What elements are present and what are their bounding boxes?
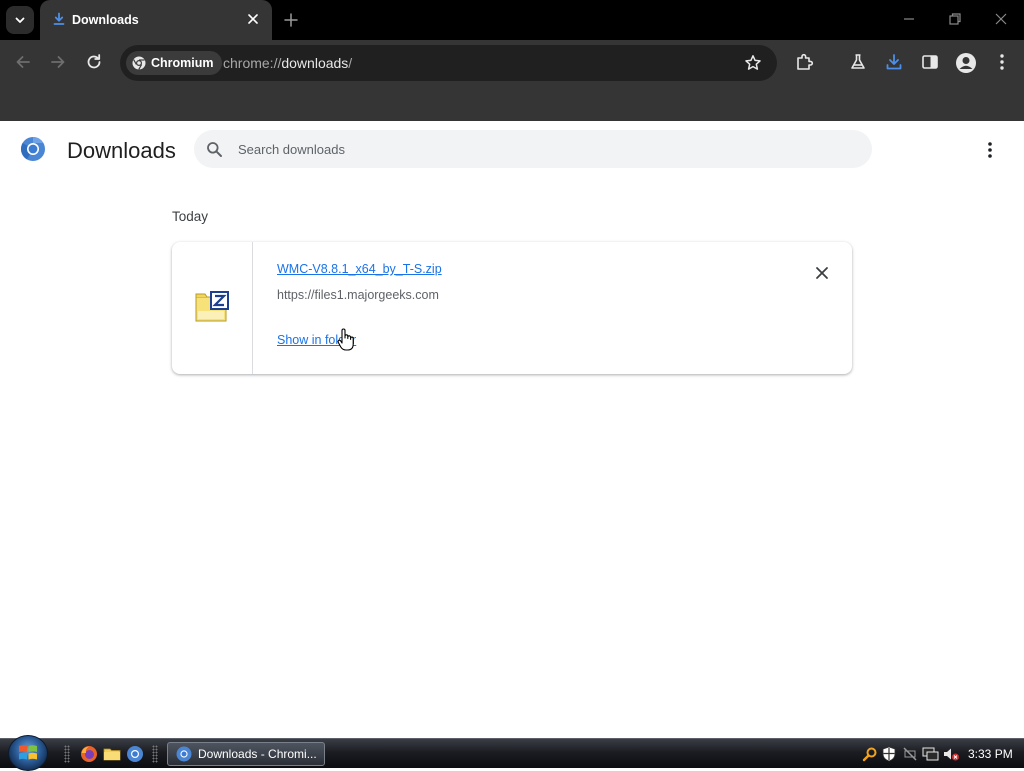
close-icon[interactable] bbox=[246, 12, 260, 26]
volume-muted-icon[interactable] bbox=[942, 746, 960, 762]
browser-toolbar: Chromium chrome://downloads/ bbox=[0, 40, 1024, 112]
tab-strip: Downloads bbox=[0, 0, 1024, 40]
download-toolbar-icon[interactable] bbox=[884, 52, 904, 72]
security-shield-icon[interactable] bbox=[881, 746, 897, 762]
site-info-chip[interactable]: Chromium bbox=[126, 51, 222, 75]
url-text[interactable]: chrome://downloads/ bbox=[223, 55, 352, 71]
search-input[interactable] bbox=[238, 139, 838, 159]
search-icon bbox=[207, 142, 222, 157]
windows-logo-icon bbox=[19, 745, 37, 760]
chromium-quicklaunch-icon[interactable] bbox=[126, 745, 144, 763]
downloads-page: Downloads Today WMC-V8.8.1_x64_by_T-S.zi… bbox=[0, 121, 1024, 738]
taskbar-grip bbox=[64, 745, 70, 763]
new-tab-plus-icon[interactable] bbox=[282, 11, 300, 29]
firefox-icon[interactable] bbox=[80, 745, 98, 763]
url-scheme: chrome:// bbox=[223, 55, 282, 71]
site-chip-label: Chromium bbox=[151, 56, 214, 70]
back-arrow-icon[interactable] bbox=[13, 52, 33, 72]
hand-cursor-icon bbox=[337, 328, 354, 351]
chrome-menu-icon[interactable] bbox=[992, 52, 1012, 72]
reload-icon[interactable] bbox=[84, 52, 104, 72]
search-box[interactable] bbox=[194, 130, 872, 168]
extensions-puzzle-icon[interactable] bbox=[795, 52, 815, 72]
restore-icon[interactable] bbox=[948, 12, 962, 26]
taskbar-window-button[interactable]: Downloads - Chromi... bbox=[167, 742, 325, 766]
bookmarks-bar bbox=[0, 86, 1024, 121]
chevron-down-icon bbox=[15, 17, 25, 23]
page-title: Downloads bbox=[67, 138, 176, 163]
tab-title: Downloads bbox=[72, 13, 139, 27]
date-group-label: Today bbox=[172, 209, 209, 224]
start-button[interactable] bbox=[8, 735, 48, 771]
tab-downloads[interactable]: Downloads bbox=[40, 0, 272, 40]
taskbar-clock[interactable]: 3:33 PM bbox=[968, 747, 1013, 761]
bookmark-star-icon[interactable] bbox=[744, 54, 762, 72]
download-item: WMC-V8.8.1_x64_by_T-S.zip https://files1… bbox=[172, 242, 852, 374]
file-source-url: https://files1.majorgeeks.com bbox=[277, 288, 439, 302]
file-explorer-icon[interactable] bbox=[103, 745, 121, 763]
download-icon bbox=[53, 12, 65, 25]
window-close-icon[interactable] bbox=[994, 12, 1008, 26]
chromium-logo-icon bbox=[176, 746, 192, 762]
address-bar[interactable]: Chromium chrome://downloads/ bbox=[120, 45, 777, 81]
labs-flask-icon[interactable] bbox=[848, 52, 868, 72]
profile-avatar-icon[interactable] bbox=[955, 52, 977, 74]
system-tray: 3:33 PM bbox=[858, 739, 1024, 769]
file-name-link[interactable]: WMC-V8.8.1_x64_by_T-S.zip bbox=[277, 262, 442, 276]
network-disabled-icon[interactable] bbox=[902, 746, 918, 762]
url-path: / bbox=[348, 55, 353, 71]
remove-download-close-icon[interactable] bbox=[814, 265, 830, 281]
chromium-logo-icon bbox=[132, 56, 146, 70]
file-icon-column bbox=[172, 242, 253, 374]
taskbar-window-label: Downloads - Chromi... bbox=[198, 747, 317, 761]
taskbar-grip bbox=[152, 745, 158, 763]
zip-file-icon bbox=[195, 291, 229, 322]
tab-search-button[interactable] bbox=[6, 6, 34, 34]
chromium-logo-icon bbox=[20, 137, 45, 161]
minimize-icon[interactable] bbox=[902, 12, 916, 26]
url-host: downloads bbox=[281, 55, 349, 71]
search-tray-icon[interactable] bbox=[862, 746, 878, 762]
windows-taskbar: Downloads - Chromi... 3:33 PM bbox=[0, 735, 1024, 771]
side-panel-icon[interactable] bbox=[920, 52, 940, 72]
network-computer-icon[interactable] bbox=[922, 746, 940, 762]
forward-arrow-icon[interactable] bbox=[48, 52, 68, 72]
more-options-icon[interactable] bbox=[980, 140, 1000, 160]
